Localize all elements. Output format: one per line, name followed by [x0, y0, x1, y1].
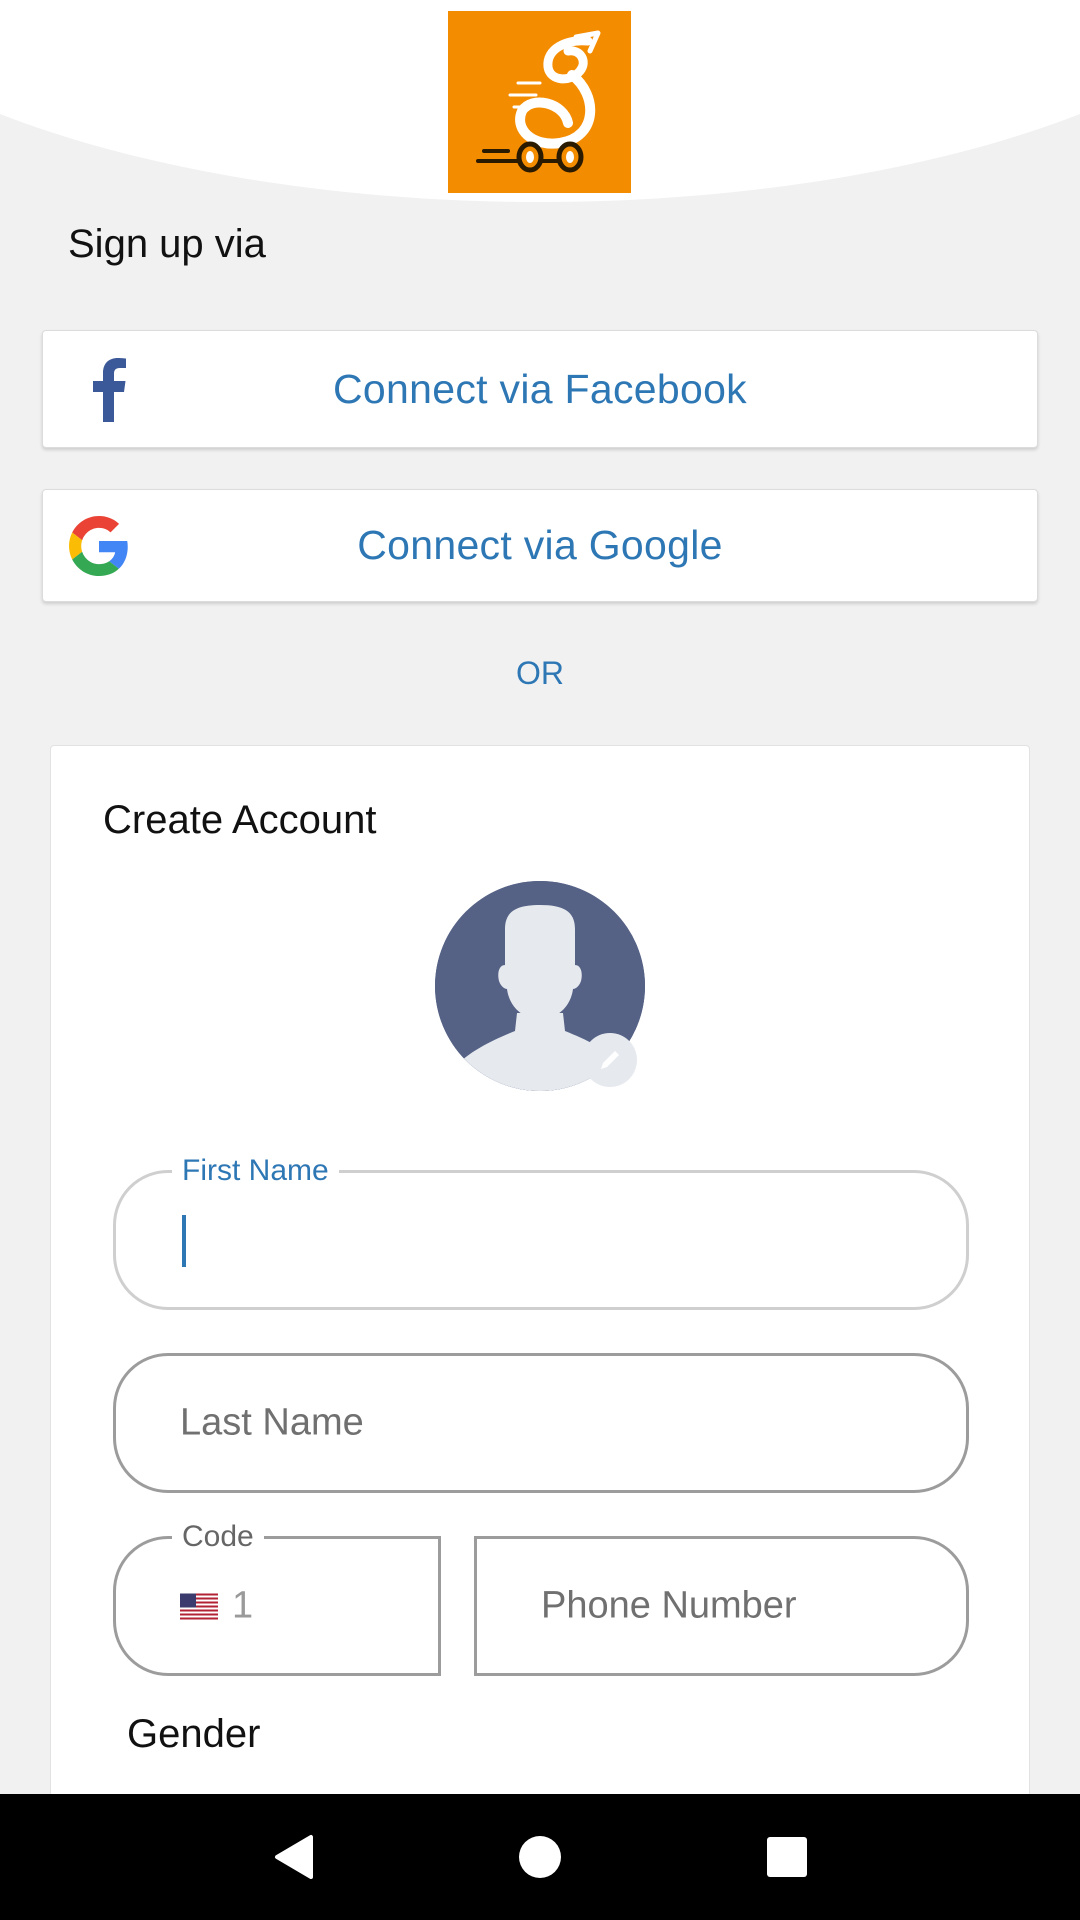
edit-photo-button[interactable] — [583, 1033, 637, 1087]
google-connect-label: Connect via Google — [357, 522, 723, 568]
create-account-card: Create Account First Name Last Name Code — [50, 745, 1030, 1845]
country-code-field[interactable]: Code 1 — [113, 1517, 441, 1676]
facebook-icon — [93, 358, 126, 422]
nav-recents-button[interactable] — [757, 1827, 817, 1887]
system-navigation-bar — [0, 1794, 1080, 1920]
create-account-title: Create Account — [103, 798, 377, 842]
country-code-value: 1 — [180, 1585, 253, 1628]
app-logo — [448, 11, 631, 193]
or-divider: OR — [516, 655, 564, 691]
signup-heading: Sign up via — [68, 222, 266, 266]
text-cursor — [182, 1215, 186, 1267]
back-triangle-icon — [275, 1835, 314, 1879]
us-flag-icon — [180, 1593, 218, 1619]
google-icon — [69, 515, 128, 576]
country-code-number: 1 — [232, 1584, 254, 1627]
code-label: Code — [172, 1517, 264, 1557]
nav-home-button[interactable] — [510, 1827, 570, 1887]
google-connect-button[interactable]: Connect via Google — [42, 489, 1038, 602]
phone-number-field[interactable]: Phone Number — [474, 1536, 969, 1676]
gender-label: Gender — [127, 1712, 261, 1756]
first-name-label: First Name — [172, 1151, 339, 1191]
first-name-field[interactable]: First Name — [113, 1151, 969, 1310]
phone-number-placeholder: Phone Number — [541, 1584, 797, 1627]
facebook-connect-label: Connect via Facebook — [333, 365, 747, 412]
facebook-connect-button[interactable]: Connect via Facebook — [42, 330, 1038, 448]
nav-back-button[interactable] — [263, 1827, 323, 1887]
recents-square-icon — [766, 1837, 807, 1877]
pencil-icon — [601, 1051, 619, 1069]
scooter-g-logo-icon — [448, 11, 631, 193]
last-name-field[interactable]: Last Name — [113, 1353, 969, 1493]
last-name-placeholder: Last Name — [180, 1401, 364, 1444]
home-circle-icon — [518, 1836, 561, 1878]
